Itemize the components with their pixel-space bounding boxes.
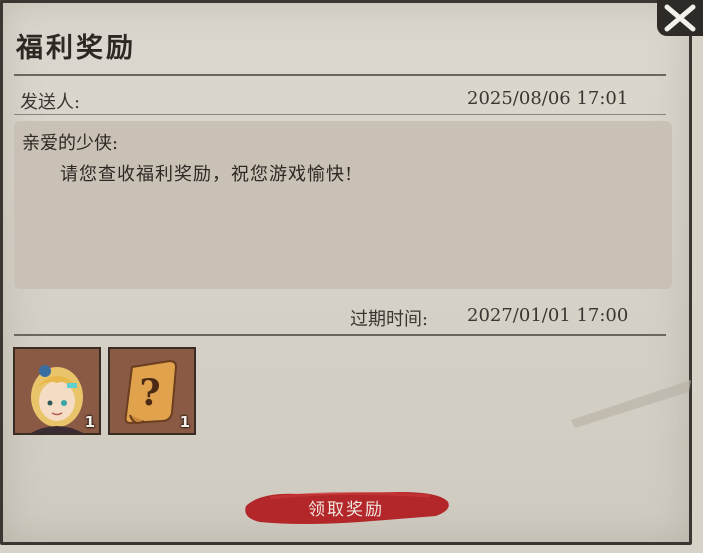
- sender-label: 发送人:: [20, 92, 81, 113]
- reward-count: 1: [84, 413, 95, 431]
- claim-rewards-button[interactable]: 领取奖励: [240, 486, 452, 528]
- sent-time: 2025/08/06 17:01: [467, 88, 629, 109]
- mail-title: 福利奖励: [16, 33, 136, 64]
- header-divider: [14, 114, 666, 115]
- mail-message: 请您查收福利奖励，祝您游戏愉快!: [60, 164, 354, 185]
- rewards-divider: [14, 334, 666, 336]
- expiry-label: 过期时间:: [350, 309, 429, 330]
- svg-text:?: ?: [139, 372, 160, 414]
- reward-slot-hero[interactable]: 1: [13, 347, 101, 435]
- close-button[interactable]: [657, 0, 703, 36]
- decorative-brush-stroke: [571, 380, 691, 428]
- claim-rewards-label: 领取奖励: [308, 499, 384, 520]
- expiry-time: 2027/01/01 17:00: [467, 305, 629, 326]
- reward-count: 1: [179, 413, 190, 431]
- reward-slot-scroll[interactable]: ? 1: [108, 347, 196, 435]
- close-icon: [664, 4, 696, 32]
- mail-greeting: 亲爱的少侠:: [22, 133, 119, 154]
- title-divider: [14, 74, 666, 76]
